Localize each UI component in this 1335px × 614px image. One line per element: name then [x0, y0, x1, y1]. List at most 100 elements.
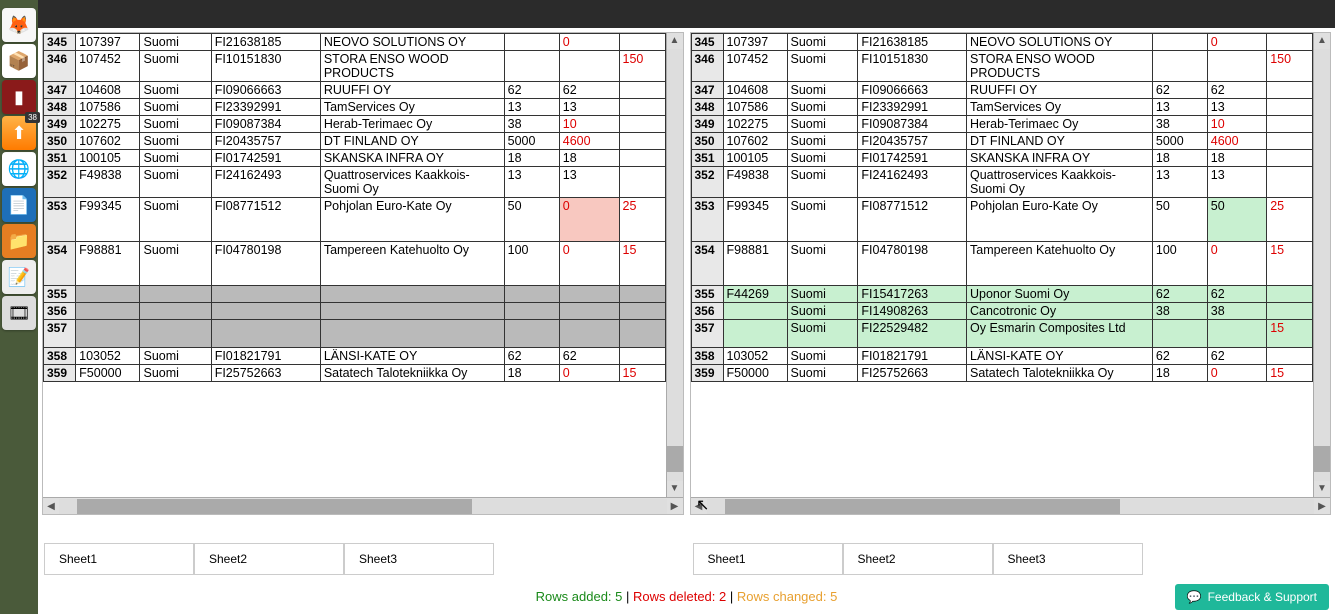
cell[interactable]: FI09066663 — [858, 82, 967, 99]
cell[interactable]: F98881 — [76, 242, 140, 286]
cell[interactable]: Herab-Terimaec Oy — [320, 116, 504, 133]
grid-viewport[interactable]: 345107397SuomiFI21638185NEOVO SOLUTIONS … — [691, 33, 1331, 497]
cell[interactable]: Suomi — [787, 167, 858, 198]
taskbar-text-icon[interactable]: 📝 — [2, 260, 36, 294]
vertical-scrollbar[interactable]: ▲▼ — [1313, 33, 1330, 497]
cell[interactable]: FI01821791 — [858, 348, 967, 365]
cell[interactable]: 4600 — [559, 133, 619, 150]
cell[interactable]: RUUFFI OY — [320, 82, 504, 99]
cell[interactable]: 38 — [1207, 303, 1266, 320]
cell[interactable] — [1267, 34, 1313, 51]
cell[interactable] — [1152, 34, 1207, 51]
sheet-tab[interactable]: Sheet3 — [344, 543, 494, 575]
cell[interactable]: Suomi — [140, 99, 211, 116]
cell[interactable] — [619, 34, 665, 51]
cell[interactable]: 0 — [559, 34, 619, 51]
cell[interactable]: 13 — [504, 167, 559, 198]
cell[interactable]: 38 — [1152, 116, 1207, 133]
cell[interactable] — [1152, 51, 1207, 82]
cell[interactable] — [1267, 116, 1313, 133]
cell[interactable]: FI23392991 — [858, 99, 967, 116]
cell[interactable]: FI22529482 — [858, 320, 967, 348]
cell[interactable]: SKANSKA INFRA OY — [320, 150, 504, 167]
table-row[interactable]: 348107586SuomiFI23392991TamServices Oy13… — [691, 99, 1313, 116]
scroll-track[interactable] — [1314, 49, 1330, 481]
cell[interactable]: FI09087384 — [211, 116, 320, 133]
cell[interactable]: 10 — [559, 116, 619, 133]
cell[interactable]: Suomi — [140, 133, 211, 150]
cell[interactable]: FI14908263 — [858, 303, 967, 320]
scroll-track[interactable] — [59, 499, 667, 514]
cell[interactable] — [1267, 133, 1313, 150]
cell[interactable]: Satatech Talotekniikka Oy — [967, 365, 1153, 382]
cell[interactable] — [504, 34, 559, 51]
table-row[interactable]: 351100105SuomiFI01742591SKANSKA INFRA OY… — [691, 150, 1313, 167]
taskbar-files-icon[interactable]: 📁 — [2, 224, 36, 258]
row-header[interactable]: 355 — [44, 286, 76, 303]
table-row[interactable]: 352F49838SuomiFI24162493Quattroservices … — [691, 167, 1313, 198]
cell[interactable]: NEOVO SOLUTIONS OY — [320, 34, 504, 51]
cell[interactable]: 107452 — [723, 51, 787, 82]
cell[interactable]: NEOVO SOLUTIONS OY — [967, 34, 1153, 51]
cell[interactable]: 150 — [1267, 51, 1313, 82]
table-row[interactable]: 348107586SuomiFI23392991TamServices Oy13… — [44, 99, 666, 116]
cell[interactable] — [320, 286, 504, 303]
row-header[interactable]: 350 — [691, 133, 723, 150]
cell[interactable]: 0 — [1207, 242, 1266, 286]
cell[interactable]: 62 — [1152, 82, 1207, 99]
cell[interactable]: 0 — [559, 365, 619, 382]
table-row[interactable]: 355 — [44, 286, 666, 303]
cell[interactable]: FI24162493 — [858, 167, 967, 198]
cell[interactable] — [140, 303, 211, 320]
scroll-track[interactable] — [667, 49, 683, 481]
table-row[interactable]: 346107452SuomiFI10151830STORA ENSO WOOD … — [44, 51, 666, 82]
cell[interactable]: FI08771512 — [211, 198, 320, 242]
taskbar-writer-icon[interactable]: 📄 — [2, 188, 36, 222]
cell[interactable] — [723, 303, 787, 320]
table-row[interactable]: 350107602SuomiFI20435757DT FINLAND OY500… — [44, 133, 666, 150]
cell[interactable]: 62 — [504, 82, 559, 99]
cell[interactable] — [76, 286, 140, 303]
cell[interactable]: Oy Esmarin Composites Ltd — [967, 320, 1153, 348]
row-header[interactable]: 354 — [691, 242, 723, 286]
cell[interactable] — [559, 51, 619, 82]
cell[interactable]: 107397 — [723, 34, 787, 51]
row-header[interactable]: 359 — [691, 365, 723, 382]
row-header[interactable]: 358 — [691, 348, 723, 365]
cell[interactable]: 104608 — [723, 82, 787, 99]
cell[interactable]: Suomi — [787, 150, 858, 167]
row-header[interactable]: 349 — [44, 116, 76, 133]
cell[interactable]: Suomi — [787, 320, 858, 348]
sheet-tab[interactable]: Sheet2 — [843, 543, 993, 575]
cell[interactable]: 102275 — [76, 116, 140, 133]
cell[interactable]: 107452 — [76, 51, 140, 82]
cell[interactable] — [619, 348, 665, 365]
cell[interactable] — [619, 133, 665, 150]
row-header[interactable]: 352 — [691, 167, 723, 198]
row-header[interactable]: 354 — [44, 242, 76, 286]
cell[interactable]: Tampereen Katehuolto Oy — [320, 242, 504, 286]
row-header[interactable]: 357 — [44, 320, 76, 348]
cell[interactable] — [211, 286, 320, 303]
cell[interactable] — [619, 150, 665, 167]
cell[interactable]: 62 — [1152, 286, 1207, 303]
cell[interactable]: Suomi — [140, 51, 211, 82]
cell[interactable]: 13 — [559, 99, 619, 116]
cell[interactable]: 107602 — [723, 133, 787, 150]
cell[interactable]: Suomi — [787, 34, 858, 51]
row-header[interactable]: 357 — [691, 320, 723, 348]
scroll-thumb[interactable] — [1314, 446, 1330, 472]
cell[interactable]: 15 — [619, 365, 665, 382]
row-header[interactable]: 346 — [44, 51, 76, 82]
cell[interactable]: 0 — [559, 242, 619, 286]
cell[interactable]: 15 — [1267, 242, 1313, 286]
scroll-down-arrow[interactable]: ▼ — [667, 481, 683, 497]
cell[interactable]: FI25752663 — [858, 365, 967, 382]
cell[interactable]: Suomi — [140, 167, 211, 198]
row-header[interactable]: 351 — [44, 150, 76, 167]
cell[interactable] — [211, 303, 320, 320]
table-row[interactable]: 354F98881SuomiFI04780198Tampereen Katehu… — [44, 242, 666, 286]
cell[interactable] — [504, 303, 559, 320]
cell[interactable]: 103052 — [723, 348, 787, 365]
cell[interactable]: FI20435757 — [858, 133, 967, 150]
